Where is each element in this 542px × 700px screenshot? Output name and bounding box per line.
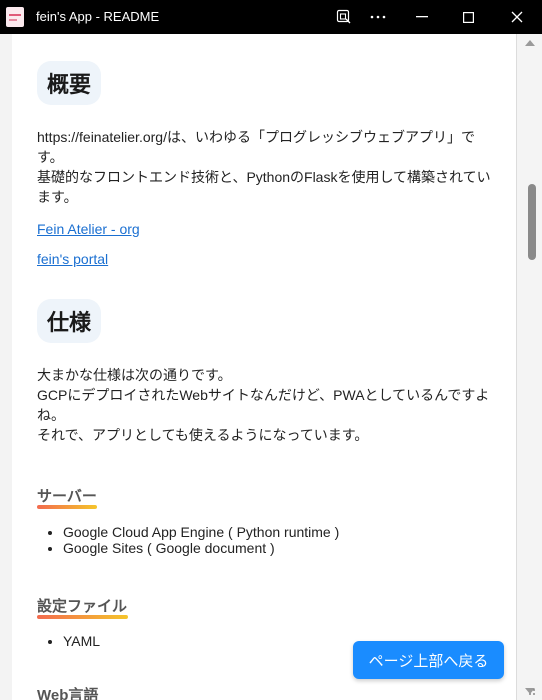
list-item: Google Cloud App Engine ( Python runtime… bbox=[63, 524, 339, 540]
window-title: fein's App - README bbox=[36, 9, 160, 24]
list-item: YAML bbox=[63, 633, 100, 649]
scroll-thumb[interactable] bbox=[528, 184, 536, 260]
app-window: fein's App - README 概要 https://feinateli… bbox=[0, 0, 542, 700]
link-fein-portal[interactable]: fein's portal bbox=[37, 251, 108, 267]
overview-line: す。 bbox=[37, 149, 64, 165]
heading-spec: 仕様 bbox=[37, 299, 102, 343]
more-options-icon[interactable] bbox=[358, 0, 398, 34]
title-bar: fein's App - README bbox=[0, 0, 542, 34]
ellipsis-glyph bbox=[370, 15, 386, 19]
overview-paragraph: https://feinatelier.org/は、いわゆる「プログレッシブウェ… bbox=[37, 127, 492, 207]
config-list: YAML bbox=[37, 633, 100, 649]
readme-content: 概要 https://feinatelier.org/は、いわゆる「プログレッシ… bbox=[12, 34, 515, 700]
spec-line: GCPにデプロイされたWebサイトなんだけど、PWAとしているんですよ bbox=[37, 387, 490, 403]
app-options-glyph bbox=[336, 9, 351, 24]
spec-paragraph: 大まかな仕様は次の通りです。 GCPにデプロイされたWebサイトなんだけど、PW… bbox=[37, 365, 492, 445]
overview-line: https://feinatelier.org/は、いわゆる「プログレッシブウェ… bbox=[37, 129, 475, 145]
close-icon bbox=[511, 11, 523, 23]
spec-line: ね。 bbox=[37, 407, 65, 423]
heading-underline bbox=[37, 615, 128, 619]
spec-line: 大まかな仕様は次の通りです。 bbox=[37, 367, 232, 383]
overview-line: 基礎的なフロントエンド技術と、PythonのFlaskを使用して構築されてい bbox=[37, 169, 491, 185]
maximize-icon bbox=[462, 11, 474, 23]
list-item: Google Sites ( Google document ) bbox=[63, 540, 339, 556]
link-fein-atelier[interactable]: Fein Atelier - org bbox=[37, 221, 140, 237]
minimize-button[interactable] bbox=[402, 0, 442, 34]
scroll-up-arrow-icon[interactable] bbox=[525, 40, 535, 46]
app-icon bbox=[6, 7, 24, 27]
heading-overview: 概要 bbox=[37, 61, 102, 105]
heading-web-lang: Web言語 bbox=[37, 687, 99, 700]
minimize-icon bbox=[416, 16, 428, 18]
server-list: Google Cloud App Engine ( Python runtime… bbox=[37, 524, 339, 556]
spec-line: それで、アプリとしても使えるようになっています。 bbox=[37, 427, 369, 443]
overview-line: ます。 bbox=[37, 189, 78, 205]
close-button[interactable] bbox=[497, 0, 537, 34]
heading-underline bbox=[37, 505, 97, 509]
maximize-button[interactable] bbox=[448, 0, 488, 34]
back-to-top-button[interactable]: ページ上部へ戻る bbox=[353, 641, 504, 679]
resize-grip-icon[interactable] bbox=[524, 684, 536, 696]
vertical-scrollbar[interactable] bbox=[516, 34, 542, 700]
